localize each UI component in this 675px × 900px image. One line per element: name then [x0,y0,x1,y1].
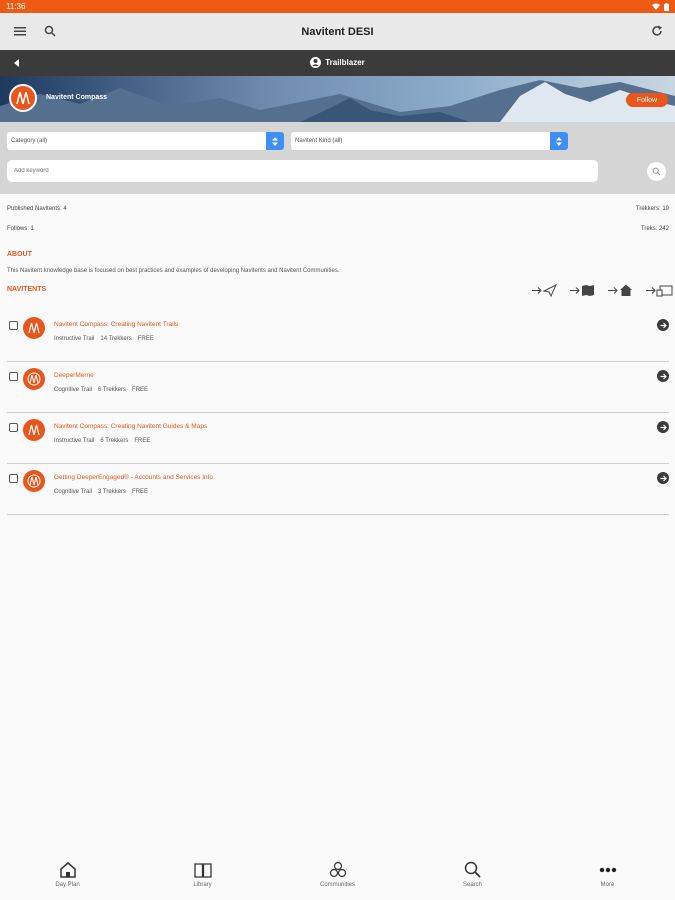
tab-more[interactable]: More [568,853,648,888]
list-item[interactable]: Navitent Compass: Creating Navitent Guid… [7,414,669,464]
kind-select-value: Navitent Kind (all) [295,138,343,144]
item-meta: Instructive Trail 6 Trekkers FREE [54,438,150,444]
arrow-right-icon[interactable] [657,472,669,484]
select-arrow-icon[interactable] [266,132,284,150]
more-icon [599,867,616,873]
item-title[interactable]: Navitent Compass: Creating Navitent Guid… [54,423,207,430]
item-title[interactable]: Navitent Compass: Creating Navitent Trai… [54,321,178,328]
keyword-search-button[interactable] [647,162,666,181]
item-checkbox[interactable] [9,423,18,432]
item-price: FREE [137,336,154,342]
list-item[interactable]: Getting DeeperEngaged® - Accounts and Se… [7,465,669,515]
trail-send-icon[interactable] [532,284,560,297]
item-price: FREE [132,387,149,393]
tab-label: Day Plan [55,882,80,888]
item-trekkers: 6 Trekkers [98,387,127,393]
app-bar: Navitent DESI [0,13,675,50]
navitents-heading: NAVITENTS [7,286,47,293]
tab-library[interactable]: Library [163,853,243,888]
refresh-icon[interactable] [651,25,663,37]
item-trekkers: 3 Trekkers [98,489,127,495]
tab-search[interactable]: Search [433,853,513,888]
app-title: Navitent DESI [301,26,374,38]
arrow-right-icon[interactable] [657,370,669,382]
item-type: Cognitive Trail [54,387,93,393]
tab-label: More [600,882,615,888]
tab-label: Search [462,882,482,888]
search-icon [652,167,661,176]
arrow-right-icon[interactable] [657,319,669,331]
item-meta: Cognitive Trail 6 Trekkers FREE [54,387,148,393]
list-item[interactable]: Navitent Compass: Creating Navitent Trai… [7,312,669,362]
item-meta: Instructive Trail 14 Trekkers FREE [54,336,154,342]
book-icon [193,863,212,878]
status-bar: 11:36 [0,0,675,13]
compass-logo [9,84,37,112]
wifi-icon [652,3,660,10]
item-price: FREE [132,489,149,495]
sub-bar: Trailblazer [0,50,675,76]
about-text: This Navitent knowledge base is focused … [7,268,340,274]
item-meta: Cognitive Trail 3 Trekkers FREE [54,489,148,495]
tab-day-plan[interactable]: Day Plan [28,853,108,888]
communities-icon [329,861,346,878]
about-heading: ABOUT [7,251,32,258]
item-avatar-icon [23,317,45,339]
search-icon [464,861,481,878]
tab-communities[interactable]: Communities [298,853,378,888]
item-avatar-icon [23,470,45,492]
trail-type-icons [532,284,674,297]
item-checkbox[interactable] [9,321,18,330]
category-select-value: Category (all) [11,138,48,144]
treks-count: Treks: 242 [640,226,669,232]
item-checkbox[interactable] [9,372,18,381]
kind-select[interactable]: Navitent Kind (all) [291,132,568,150]
item-type: Cognitive Trail [54,489,93,495]
tab-label: Library [193,882,212,888]
trekkers-count: Trekkers: 19 [635,206,669,212]
trail-devices-icon[interactable] [646,284,674,297]
item-checkbox[interactable] [9,474,18,483]
banner-name: Navitent Compass [46,94,108,101]
follows-count: Follows: 1 [7,226,35,232]
item-price: FREE [134,438,151,444]
tab-label: Communities [319,882,355,888]
item-avatar-icon [23,368,45,390]
item-type: Instructive Trail [54,438,95,444]
sub-bar-title-group: Trailblazer [0,57,675,68]
list-item[interactable]: DeeperMerrie Cognitive Trail 6 Trekkers … [7,363,669,413]
follow-button[interactable]: Follow [626,93,668,107]
status-time: 11:36 [6,2,26,11]
profile-banner: Navitent Compass Follow [0,76,675,122]
item-title[interactable]: DeeperMerrie [54,372,94,379]
item-title[interactable]: Getting DeeperEngaged® - Accounts and Se… [54,474,213,481]
published-count: Published Navitents: 4 [7,206,67,212]
keyword-input[interactable] [7,160,598,182]
status-icons [652,2,669,11]
select-arrow-icon[interactable] [550,132,568,150]
navitent-logo-icon [16,91,30,105]
trail-map-icon[interactable] [570,284,598,297]
item-type: Instructive Trail [54,336,95,342]
user-icon [310,57,322,68]
item-trekkers: 14 Trekkers [100,336,132,342]
filters-panel: Category (all) Navitent Kind (all) [0,122,675,194]
item-avatar-icon [23,419,45,441]
trail-home-icon[interactable] [608,284,636,297]
battery-icon [664,2,669,11]
home-icon [59,862,76,878]
sub-bar-title: Trailblazer [325,58,365,67]
arrow-right-icon[interactable] [657,421,669,433]
category-select[interactable]: Category (all) [7,132,284,150]
item-trekkers: 6 Trekkers [100,438,129,444]
bottom-nav: Day Plan Library Communities Search More [0,853,675,900]
